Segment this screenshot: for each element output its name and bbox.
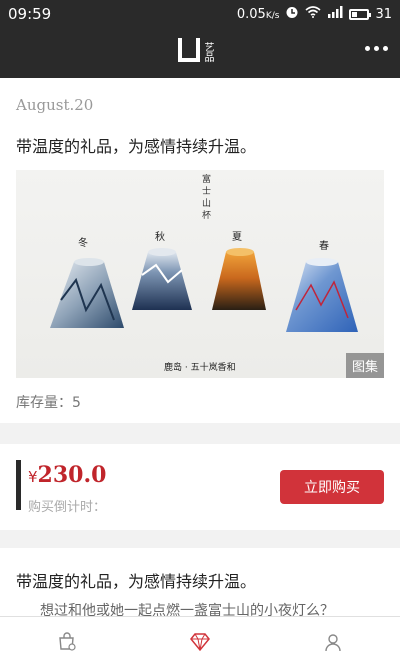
price-currency: ¥ [28,468,38,486]
gallery-button[interactable]: 图集 [345,353,384,378]
photo-top-char-1: 富 [202,173,211,185]
details-card: 带温度的礼品，为感情持续升温。 想过和他或她一起点燃一盏富士山的小夜灯么？ [0,548,400,618]
season-label-summer: 夏 [232,231,242,243]
details-title: 带温度的礼品，为感情持续升温。 [16,572,257,591]
more-menu-icon[interactable] [365,46,388,51]
price: ¥230.0 [28,462,106,488]
user-icon [325,633,342,651]
product-photo[interactable]: 富 士 山 杯 冬 秋 夏 春 鹿岛 · 五十岚香和 图集 [16,170,384,378]
price-accent-bar [16,460,21,510]
photo-top-char-3: 山 [202,198,211,209]
buy-now-button[interactable]: 立即购买 [280,470,384,504]
article-title: 带温度的礼品，为感情持续升温。 [16,137,257,156]
logo-text: 艺品 [202,42,213,62]
season-label-spring: 春 [319,240,329,252]
summer-cup [212,248,266,310]
stock-label: 库存量： [16,395,72,411]
bottom-tab-bar [0,616,400,666]
tab-profile[interactable] [313,622,353,662]
net-speed: 0.05K/s [236,6,280,22]
signal-icon [327,6,343,22]
alarm-icon [285,5,299,23]
autumn-cup [132,248,192,310]
diamond-icon [190,632,210,651]
status-bar: 09:59 0.05K/s 31 [0,0,400,28]
countdown-label: 购买倒计时： [28,500,107,515]
article-date: August.20 [16,96,94,114]
photo-caption: 鹿岛 · 五十岚香和 [164,361,236,373]
photo-top-char-4: 杯 [202,209,211,221]
status-icons: 0.05K/s 31 [237,5,392,23]
battery-icon [349,8,372,20]
wifi-icon [305,6,321,22]
price-value: 230.0 [37,462,107,488]
winter-cup [50,258,124,328]
cart-icon [58,631,76,651]
season-label-autumn: 秋 [155,230,165,243]
app-logo: 艺品 [178,38,213,62]
spring-cup [286,258,358,332]
stock-info: 库存量：5 [16,392,81,412]
battery-level: 31 [375,6,392,22]
tab-discover[interactable] [180,622,220,662]
photo-top-char-2: 士 [202,185,211,197]
logo-mark [178,38,200,62]
status-time: 09:59 [8,5,52,23]
season-label-winter: 冬 [78,236,88,249]
purchase-card: ¥230.0 购买倒计时： 立即购买 [0,444,400,530]
stock-value: 5 [72,395,81,411]
app-header: 艺品 [0,28,400,78]
article-card: August.20 带温度的礼品，为感情持续升温。 富 士 山 杯 冬 秋 夏 … [0,78,400,423]
product-photo-art: 富 士 山 杯 冬 秋 夏 春 鹿岛 · 五十岚香和 [50,173,358,373]
tab-cart[interactable] [47,622,87,662]
